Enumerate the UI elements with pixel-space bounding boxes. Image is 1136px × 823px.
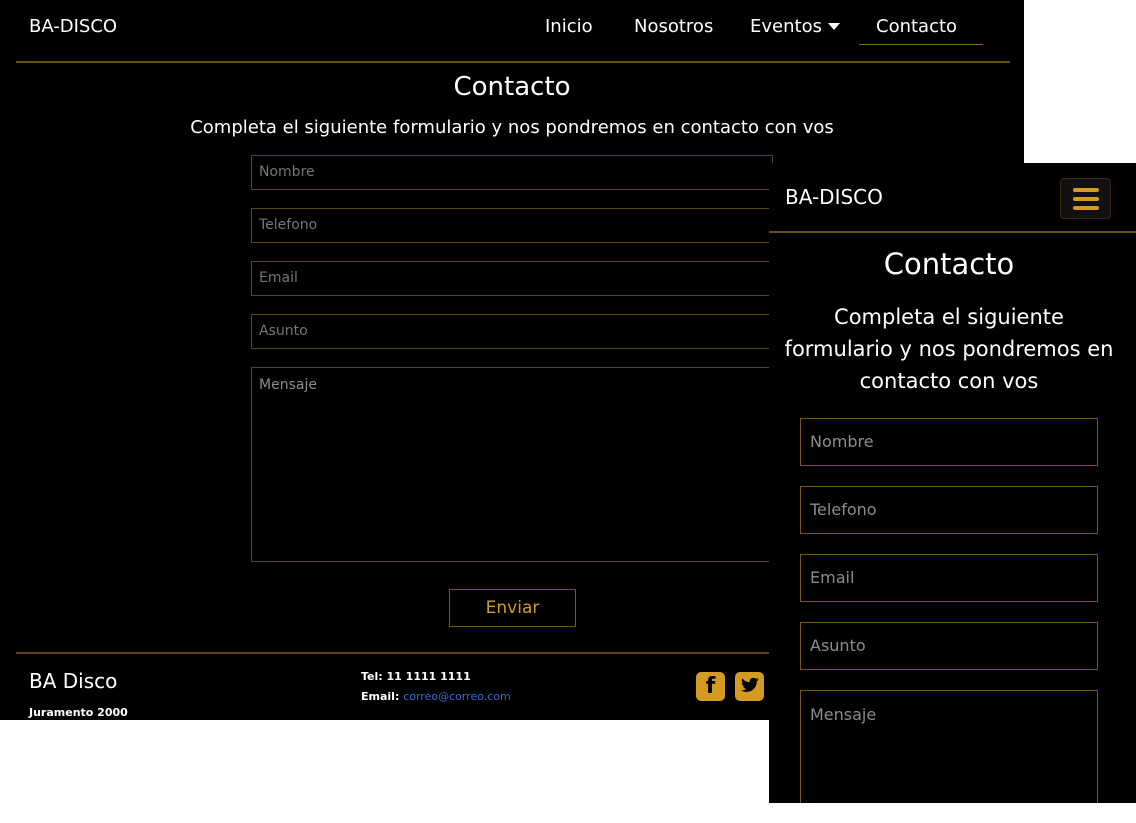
phone-input[interactable] bbox=[251, 208, 773, 243]
footer-address: Juramento 2000 bbox=[29, 706, 128, 719]
footer-email: Email: correo@correo.com bbox=[361, 690, 511, 703]
mobile-header-divider bbox=[769, 231, 1136, 233]
facebook-icon[interactable]: f bbox=[696, 672, 725, 701]
mobile-page-subtitle: Completa el siguiente formulario y nos p… bbox=[784, 305, 1114, 393]
message-textarea[interactable]: Mensaje bbox=[251, 367, 773, 562]
email-input[interactable] bbox=[251, 261, 773, 296]
page-subtitle: Completa el siguiente formulario y nos p… bbox=[190, 117, 834, 138]
footer-tel-label: Tel: bbox=[361, 670, 383, 683]
send-button[interactable]: Enviar bbox=[449, 589, 576, 627]
nav-item-inicio[interactable]: Inicio bbox=[545, 16, 593, 37]
twitter-bird-glyph bbox=[740, 677, 759, 692]
mobile-subject-input[interactable]: Asunto bbox=[800, 622, 1098, 670]
mobile-email-input[interactable]: Email bbox=[800, 554, 1098, 602]
name-input[interactable] bbox=[251, 155, 773, 190]
nav-item-contacto[interactable]: Contacto bbox=[876, 16, 957, 37]
page-title: Contacto bbox=[453, 72, 571, 102]
active-nav-indicator bbox=[859, 44, 983, 45]
mobile-brand-logo[interactable]: BA-DISCO bbox=[785, 185, 883, 209]
footer-brand: BA Disco bbox=[29, 669, 118, 693]
mobile-message-placeholder: Mensaje bbox=[810, 705, 877, 724]
hamburger-menu-icon[interactable] bbox=[1060, 178, 1111, 219]
nav-item-eventos[interactable]: Eventos bbox=[750, 16, 840, 37]
message-placeholder: Mensaje bbox=[259, 377, 317, 393]
nav-item-nosotros[interactable]: Nosotros bbox=[634, 16, 713, 37]
mobile-name-input[interactable]: Nombre bbox=[800, 418, 1098, 466]
mobile-page-title: Contacto bbox=[883, 247, 1015, 281]
footer-tel: Tel: 11 1111 1111 bbox=[361, 670, 471, 683]
twitter-icon[interactable] bbox=[735, 672, 764, 701]
mobile-message-textarea[interactable]: Mensaje bbox=[800, 690, 1098, 803]
footer-email-label: Email: bbox=[361, 690, 400, 703]
footer-email-link[interactable]: correo@correo.com bbox=[403, 690, 511, 703]
header-divider bbox=[16, 61, 1010, 63]
footer-tel-value: 11 1111 1111 bbox=[386, 670, 471, 683]
caret-down-icon bbox=[827, 23, 840, 30]
brand-logo[interactable]: BA-DISCO bbox=[29, 16, 117, 37]
nav-item-eventos-label: Eventos bbox=[750, 16, 822, 37]
mobile-phone-input[interactable]: Telefono bbox=[800, 486, 1098, 534]
mobile-view: BA-DISCO Contacto Completa el siguiente … bbox=[769, 163, 1136, 803]
subject-input[interactable] bbox=[251, 314, 773, 349]
navbar: BA-DISCO Inicio Nosotros Eventos Contact… bbox=[0, 0, 1024, 60]
